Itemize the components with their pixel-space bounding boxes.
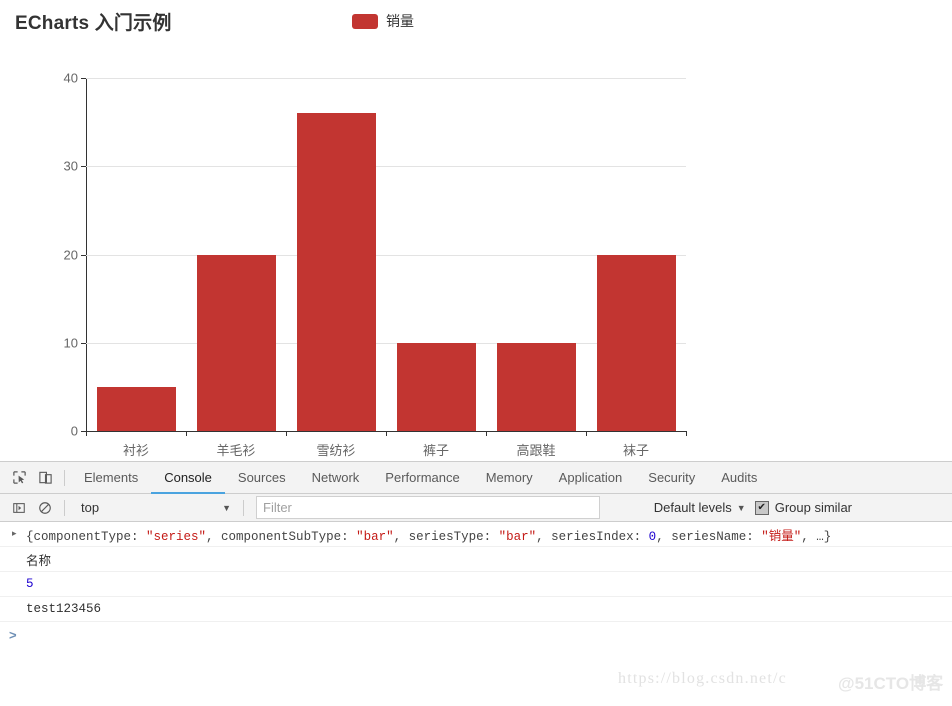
console-line-value: 名称: [26, 554, 52, 569]
bar-雪纺衫[interactable]: [296, 113, 376, 431]
console-toolbar-right: Default levels ▼ ✔ Group similar: [654, 500, 952, 515]
bar-高跟鞋[interactable]: [496, 342, 576, 431]
chart-legend[interactable]: 销量: [352, 11, 414, 31]
tab-label: Performance: [385, 470, 460, 485]
tab-sources[interactable]: Sources: [225, 462, 299, 493]
inspect-element-icon[interactable]: [6, 465, 32, 491]
chart-page: ECharts 入门示例 销量 0 10 20 30 40 衬衫 羊毛衫 雪纺衫 裤子 高跟鞋 袜…: [0, 0, 952, 461]
console-toolbar: top ▼ Default levels ▼ ✔ Group similar: [0, 494, 952, 522]
devtools-tabbar: Elements Console Sources Network Perform…: [0, 462, 952, 494]
console-token: "bar": [356, 529, 394, 544]
x-axis-label-高跟鞋: 高跟鞋: [516, 443, 556, 458]
console-line-value: 5: [26, 577, 34, 591]
x-axis-label-雪纺衫: 雪纺衫: [316, 443, 356, 458]
console-line-value: test123456: [26, 602, 102, 616]
tab-label: Sources: [237, 470, 286, 485]
x-axis-tick-mark: [86, 431, 87, 436]
tab-label: Security: [648, 470, 696, 485]
toolbar-divider-2: [64, 499, 65, 516]
y-axis-tick-label: 0: [70, 423, 78, 439]
bar-袜子[interactable]: [596, 254, 676, 431]
clear-console-icon[interactable]: [32, 495, 58, 521]
toolbar-divider: [64, 469, 65, 486]
tab-memory[interactable]: Memory: [473, 462, 546, 493]
chevron-down-icon: ▼: [736, 502, 746, 513]
plot-area: 0 10 20 30 40: [64, 71, 686, 439]
y-axis-tick-label: 40: [63, 70, 78, 86]
y-gridline: [86, 78, 686, 79]
y-axis-tick-mark: [81, 254, 86, 256]
log-levels-label: Default levels: [653, 500, 732, 515]
execution-context-value: top: [81, 500, 100, 515]
x-axis-tick-mark: [286, 431, 287, 436]
bar-羊毛衫[interactable]: [196, 254, 276, 431]
toolbar-divider-3: [243, 499, 244, 516]
tab-label: Application: [558, 470, 623, 485]
group-similar-label: Group similar: [774, 500, 852, 515]
tab-security[interactable]: Security: [635, 462, 708, 493]
console-output: ▸ {componentType: "series", componentSub…: [0, 522, 952, 648]
x-axis-tick-mark: [386, 431, 387, 436]
y-axis-tick-label: 30: [63, 158, 78, 174]
console-token: , seriesName:: [656, 529, 762, 544]
console-sidebar-icon[interactable]: [6, 495, 32, 521]
console-row-string: test123456: [0, 597, 952, 622]
console-token: "bar": [498, 529, 537, 544]
y-axis-tick-label: 10: [63, 335, 78, 351]
tab-label: Memory: [485, 470, 533, 485]
tab-performance[interactable]: Performance: [372, 462, 472, 493]
console-object-text: {componentType: "series", componentSubTy…: [26, 525, 831, 544]
tab-application[interactable]: Application: [546, 462, 636, 493]
console-token: , componentSubType:: [206, 529, 357, 544]
execution-context-select[interactable]: top ▼: [71, 498, 237, 518]
x-axis-tick-mark: [586, 431, 587, 436]
console-row-object[interactable]: ▸ {componentType: "series", componentSub…: [0, 522, 952, 547]
x-axis-label-袜子: 袜子: [622, 443, 650, 458]
console-row-number: 5: [0, 572, 952, 597]
console-token: "销量": [761, 529, 802, 544]
chevron-down-icon: ▼: [222, 502, 231, 513]
checkbox-icon[interactable]: ✔: [754, 500, 769, 515]
console-prompt-row[interactable]: >: [0, 622, 952, 648]
x-axis-tick-mark: [686, 431, 687, 436]
console-token: , seriesIndex:: [536, 529, 649, 544]
x-axis-label-裤子: 裤子: [422, 443, 450, 458]
group-similar-toggle[interactable]: ✔ Group similar: [754, 500, 852, 515]
legend-label: 销量: [386, 13, 414, 29]
y-gridline: [86, 166, 686, 168]
console-token: , seriesType:: [393, 529, 499, 544]
tab-elements[interactable]: Elements: [71, 462, 151, 493]
console-filter-input[interactable]: [256, 496, 600, 519]
console-token: "series": [146, 529, 207, 544]
device-toolbar-icon[interactable]: [32, 465, 58, 491]
tab-label: Network: [311, 470, 360, 485]
console-row-text: 名称: [0, 547, 952, 572]
tab-label: Elements: [84, 470, 139, 485]
tab-label: Console: [164, 470, 212, 485]
tab-console[interactable]: Console: [151, 462, 225, 494]
x-axis-label-羊毛衫: 羊毛衫: [216, 443, 256, 458]
console-token: {componentType:: [26, 529, 147, 544]
log-levels-dropdown[interactable]: Default levels ▼: [654, 500, 746, 515]
expand-arrow-icon[interactable]: ▸: [12, 529, 17, 539]
x-axis-tick-mark: [186, 431, 187, 436]
tab-label: Audits: [721, 470, 758, 485]
tab-network[interactable]: Network: [299, 462, 373, 493]
y-axis-tick-label: 20: [63, 247, 78, 262]
x-axis-tick-mark: [486, 431, 487, 436]
console-token: , …}: [801, 529, 832, 544]
devtools-panel: Elements Console Sources Network Perform…: [0, 461, 952, 706]
y-axis-tick-mark: [81, 78, 86, 79]
screenshot-root: ECharts 入门示例 销量 0 10 20 30 40 衬衫 羊毛衫 雪纺衫 裤子 高跟鞋 袜…: [0, 0, 952, 706]
legend-swatch-icon: [352, 13, 378, 29]
bar-裤子[interactable]: [396, 342, 476, 431]
devtools-tab-list: Elements Console Sources Network Perform…: [71, 462, 770, 494]
y-axis-tick-mark: [81, 166, 86, 168]
x-axis-label-衬衫: 衬衫: [122, 443, 150, 458]
prompt-caret-icon: >: [9, 627, 17, 643]
page-title: ECharts 入门示例: [15, 13, 172, 34]
tab-audits[interactable]: Audits: [708, 462, 770, 493]
y-axis-tick-mark: [81, 342, 86, 344]
bar-衬衫[interactable]: [96, 386, 176, 431]
